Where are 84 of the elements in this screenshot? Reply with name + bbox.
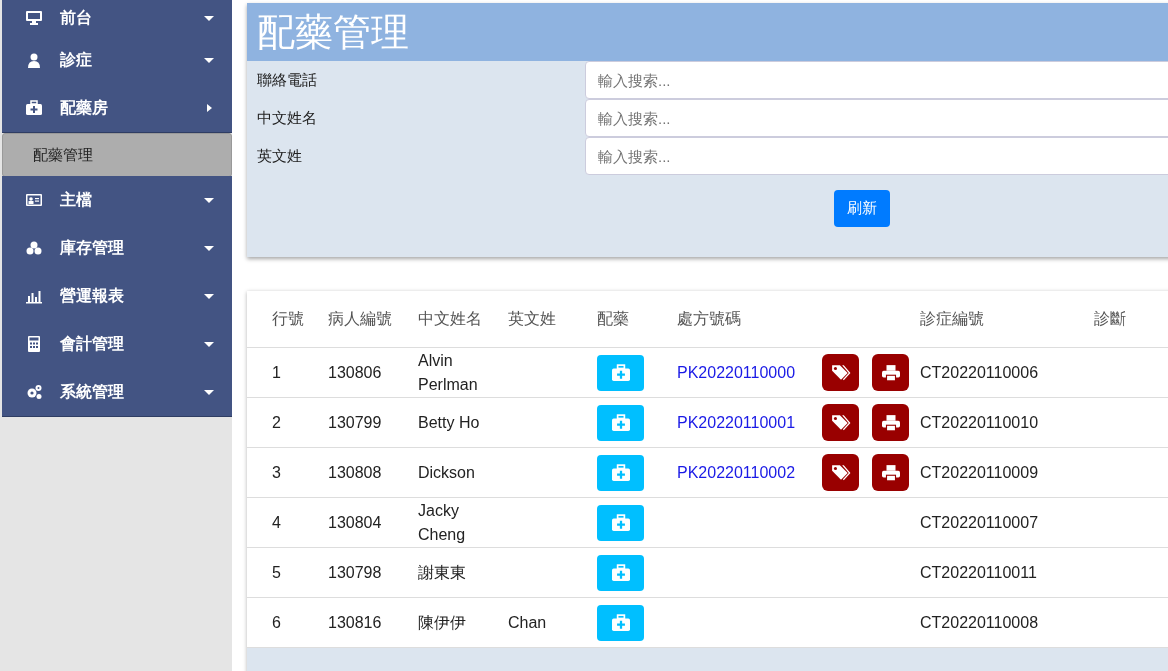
table-cell-text: CT20220110008 bbox=[920, 613, 1040, 632]
caret-down-icon bbox=[204, 195, 214, 205]
refresh-button[interactable]: 刷新 bbox=[834, 190, 890, 227]
field-label: 英文姓 bbox=[256, 146, 303, 166]
search-field[interactable]: 輸入搜索... bbox=[585, 137, 1168, 175]
medkit-icon bbox=[611, 563, 630, 582]
medkit-icon bbox=[611, 363, 630, 382]
table-cell-text: Chan bbox=[508, 613, 548, 632]
table-cell-text: 3 bbox=[272, 463, 282, 482]
medkit-icon bbox=[611, 463, 630, 482]
table-cell-text: 1 bbox=[272, 363, 282, 382]
printer-icon bbox=[881, 413, 900, 432]
table-cell-text: 6 bbox=[272, 613, 282, 632]
prescription-link[interactable]: PK20220110001 bbox=[677, 413, 796, 431]
tags-icon bbox=[830, 413, 851, 432]
medkit-icon bbox=[611, 513, 630, 532]
column-header: 中文姓名 bbox=[418, 308, 483, 329]
caret-down-icon bbox=[204, 387, 214, 397]
prescription-link[interactable]: PK20220110000 bbox=[677, 363, 796, 381]
caret-down-icon bbox=[204, 243, 214, 253]
caret-right-icon bbox=[204, 103, 214, 113]
label-button[interactable] bbox=[822, 354, 859, 391]
id-card-icon bbox=[26, 192, 42, 208]
table-cell-text: 130799 bbox=[328, 413, 383, 432]
print-button[interactable] bbox=[872, 454, 909, 491]
table-cell-text: 謝東東 bbox=[418, 562, 467, 583]
caret-down-icon bbox=[204, 291, 214, 301]
table-cell-text: 130798 bbox=[328, 563, 383, 582]
medkit-icon bbox=[611, 613, 630, 632]
sidebar-subitem[interactable]: 配藥管理 bbox=[2, 133, 232, 177]
field-label: 中文姓名 bbox=[256, 108, 318, 128]
label-button[interactable] bbox=[822, 404, 859, 441]
medkit-icon bbox=[26, 100, 42, 116]
sidebar-item[interactable]: 會計管理 bbox=[2, 320, 232, 369]
monitor-icon bbox=[26, 10, 42, 26]
column-header: 病人編號 bbox=[328, 308, 393, 329]
table-cell-text: CT20220110010 bbox=[920, 413, 1040, 432]
caret-down-icon bbox=[204, 55, 214, 65]
column-header: 診斷 bbox=[1094, 308, 1127, 329]
print-button[interactable] bbox=[872, 354, 909, 391]
label-button[interactable] bbox=[822, 454, 859, 491]
table-cell-text: 130808 bbox=[328, 463, 383, 482]
table-cell-text: Dickson bbox=[418, 462, 476, 483]
sidebar-item[interactable]: 配藥房 bbox=[2, 84, 232, 133]
table-cell-text: CT20220110009 bbox=[920, 463, 1040, 482]
search-field[interactable]: 輸入搜索... bbox=[585, 61, 1168, 99]
print-button[interactable] bbox=[872, 404, 909, 441]
table-cell-text: 2 bbox=[272, 413, 282, 432]
column-header: 診症編號 bbox=[920, 308, 985, 329]
table-cell-text: 陳伊伊 bbox=[418, 612, 467, 633]
sidebar-item[interactable]: 系統管理 bbox=[2, 368, 232, 417]
table-cell-text: Betty Ho bbox=[418, 412, 481, 433]
column-header: 行號 bbox=[272, 308, 305, 329]
table-cell-text: 130804 bbox=[328, 513, 383, 532]
printer-icon bbox=[881, 363, 900, 382]
sidebar-item[interactable]: 診症 bbox=[2, 36, 232, 85]
sidebar-item[interactable]: 前台 bbox=[2, 0, 232, 37]
column-header: 配藥 bbox=[597, 308, 630, 329]
calculator-icon bbox=[26, 336, 42, 352]
column-header: 處方號碼 bbox=[677, 308, 742, 329]
sidebar-item[interactable]: 主檔 bbox=[2, 176, 232, 225]
sidebar-item[interactable]: 庫存管理 bbox=[2, 224, 232, 273]
caret-down-icon bbox=[204, 339, 214, 349]
printer-icon bbox=[881, 463, 900, 482]
page-title: 配藥管理 bbox=[247, 3, 1168, 61]
table-cell-text: CT20220110011 bbox=[920, 563, 1038, 582]
tags-icon bbox=[830, 463, 851, 482]
field-label: 聯絡電話 bbox=[256, 70, 318, 90]
table-cell-text: Jacky Cheng bbox=[418, 500, 467, 545]
table-cell-text: Alvin Perlman bbox=[418, 350, 479, 395]
tags-icon bbox=[830, 363, 851, 382]
caret-down-icon bbox=[204, 13, 214, 23]
table-cell-text: 5 bbox=[272, 563, 282, 582]
table-cell-text: 130806 bbox=[328, 363, 383, 382]
column-header: 英文姓 bbox=[508, 308, 557, 329]
table-cell-text: 4 bbox=[272, 513, 282, 532]
bar-chart-icon bbox=[26, 288, 42, 304]
table-cell-text: 130816 bbox=[328, 613, 383, 632]
table-cell-text: CT20220110006 bbox=[920, 363, 1040, 382]
table-cell-text: CT20220110007 bbox=[920, 513, 1040, 532]
prescription-link[interactable]: PK20220110002 bbox=[677, 463, 796, 481]
medkit-icon bbox=[611, 413, 630, 432]
sidebar-item[interactable]: 營運報表 bbox=[2, 272, 232, 321]
search-field[interactable]: 輸入搜索... bbox=[585, 99, 1168, 137]
